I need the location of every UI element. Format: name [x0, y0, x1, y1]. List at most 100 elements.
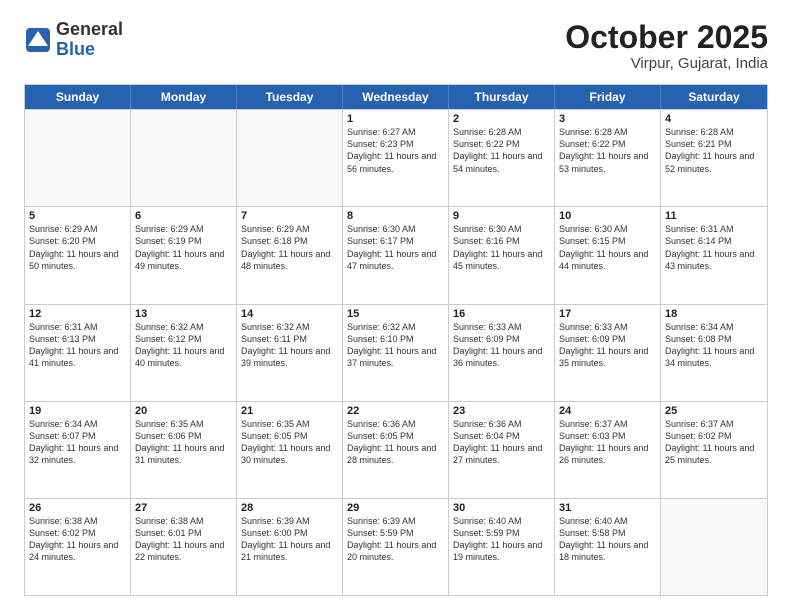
page-header: General Blue October 2025 Virpur, Gujara… — [24, 20, 768, 72]
day-number: 23 — [453, 405, 550, 417]
day-cell-4: 4Sunrise: 6:28 AMSunset: 6:21 PMDaylight… — [661, 110, 767, 206]
empty-cell — [25, 110, 131, 206]
day-number: 22 — [347, 405, 444, 417]
day-cell-3: 3Sunrise: 6:28 AMSunset: 6:22 PMDaylight… — [555, 110, 661, 206]
day-cell-9: 9Sunrise: 6:30 AMSunset: 6:16 PMDaylight… — [449, 207, 555, 303]
day-info: Sunrise: 6:31 AMSunset: 6:13 PMDaylight:… — [29, 321, 126, 370]
day-info: Sunrise: 6:29 AMSunset: 6:19 PMDaylight:… — [135, 223, 232, 272]
day-info: Sunrise: 6:33 AMSunset: 6:09 PMDaylight:… — [559, 321, 656, 370]
day-cell-27: 27Sunrise: 6:38 AMSunset: 6:01 PMDayligh… — [131, 499, 237, 595]
day-info: Sunrise: 6:27 AMSunset: 6:23 PMDaylight:… — [347, 126, 444, 175]
day-info: Sunrise: 6:28 AMSunset: 6:21 PMDaylight:… — [665, 126, 763, 175]
day-info: Sunrise: 6:34 AMSunset: 6:08 PMDaylight:… — [665, 321, 763, 370]
day-cell-5: 5Sunrise: 6:29 AMSunset: 6:20 PMDaylight… — [25, 207, 131, 303]
day-cell-31: 31Sunrise: 6:40 AMSunset: 5:58 PMDayligh… — [555, 499, 661, 595]
header-day-wednesday: Wednesday — [343, 85, 449, 109]
day-number: 1 — [347, 113, 444, 125]
day-info: Sunrise: 6:38 AMSunset: 6:02 PMDaylight:… — [29, 515, 126, 564]
day-number: 10 — [559, 210, 656, 222]
day-cell-21: 21Sunrise: 6:35 AMSunset: 6:05 PMDayligh… — [237, 402, 343, 498]
day-cell-1: 1Sunrise: 6:27 AMSunset: 6:23 PMDaylight… — [343, 110, 449, 206]
day-info: Sunrise: 6:40 AMSunset: 5:58 PMDaylight:… — [559, 515, 656, 564]
day-number: 5 — [29, 210, 126, 222]
logo-general: General — [56, 20, 123, 40]
day-cell-10: 10Sunrise: 6:30 AMSunset: 6:15 PMDayligh… — [555, 207, 661, 303]
empty-cell — [661, 499, 767, 595]
location: Virpur, Gujarat, India — [565, 55, 768, 72]
day-info: Sunrise: 6:30 AMSunset: 6:15 PMDaylight:… — [559, 223, 656, 272]
calendar-row-2: 12Sunrise: 6:31 AMSunset: 6:13 PMDayligh… — [25, 304, 767, 401]
day-info: Sunrise: 6:36 AMSunset: 6:04 PMDaylight:… — [453, 418, 550, 467]
day-info: Sunrise: 6:36 AMSunset: 6:05 PMDaylight:… — [347, 418, 444, 467]
day-cell-26: 26Sunrise: 6:38 AMSunset: 6:02 PMDayligh… — [25, 499, 131, 595]
day-info: Sunrise: 6:40 AMSunset: 5:59 PMDaylight:… — [453, 515, 550, 564]
day-info: Sunrise: 6:39 AMSunset: 5:59 PMDaylight:… — [347, 515, 444, 564]
calendar-row-3: 19Sunrise: 6:34 AMSunset: 6:07 PMDayligh… — [25, 401, 767, 498]
day-cell-14: 14Sunrise: 6:32 AMSunset: 6:11 PMDayligh… — [237, 305, 343, 401]
day-info: Sunrise: 6:28 AMSunset: 6:22 PMDaylight:… — [559, 126, 656, 175]
day-number: 14 — [241, 308, 338, 320]
header-day-monday: Monday — [131, 85, 237, 109]
day-number: 29 — [347, 502, 444, 514]
day-info: Sunrise: 6:33 AMSunset: 6:09 PMDaylight:… — [453, 321, 550, 370]
day-cell-17: 17Sunrise: 6:33 AMSunset: 6:09 PMDayligh… — [555, 305, 661, 401]
day-number: 30 — [453, 502, 550, 514]
day-number: 21 — [241, 405, 338, 417]
day-number: 17 — [559, 308, 656, 320]
day-cell-20: 20Sunrise: 6:35 AMSunset: 6:06 PMDayligh… — [131, 402, 237, 498]
day-cell-6: 6Sunrise: 6:29 AMSunset: 6:19 PMDaylight… — [131, 207, 237, 303]
day-number: 28 — [241, 502, 338, 514]
day-cell-30: 30Sunrise: 6:40 AMSunset: 5:59 PMDayligh… — [449, 499, 555, 595]
day-cell-22: 22Sunrise: 6:36 AMSunset: 6:05 PMDayligh… — [343, 402, 449, 498]
month-year: October 2025 — [565, 20, 768, 55]
title-block: October 2025 Virpur, Gujarat, India — [565, 20, 768, 72]
logo-icon — [24, 26, 52, 54]
day-number: 24 — [559, 405, 656, 417]
day-cell-23: 23Sunrise: 6:36 AMSunset: 6:04 PMDayligh… — [449, 402, 555, 498]
day-number: 20 — [135, 405, 232, 417]
day-info: Sunrise: 6:30 AMSunset: 6:16 PMDaylight:… — [453, 223, 550, 272]
logo-blue: Blue — [56, 40, 123, 60]
day-number: 18 — [665, 308, 763, 320]
calendar-row-0: 1Sunrise: 6:27 AMSunset: 6:23 PMDaylight… — [25, 109, 767, 206]
day-cell-18: 18Sunrise: 6:34 AMSunset: 6:08 PMDayligh… — [661, 305, 767, 401]
day-info: Sunrise: 6:39 AMSunset: 6:00 PMDaylight:… — [241, 515, 338, 564]
day-cell-24: 24Sunrise: 6:37 AMSunset: 6:03 PMDayligh… — [555, 402, 661, 498]
day-number: 16 — [453, 308, 550, 320]
day-number: 31 — [559, 502, 656, 514]
day-info: Sunrise: 6:29 AMSunset: 6:18 PMDaylight:… — [241, 223, 338, 272]
day-cell-29: 29Sunrise: 6:39 AMSunset: 5:59 PMDayligh… — [343, 499, 449, 595]
day-info: Sunrise: 6:35 AMSunset: 6:06 PMDaylight:… — [135, 418, 232, 467]
header-day-sunday: Sunday — [25, 85, 131, 109]
calendar-row-4: 26Sunrise: 6:38 AMSunset: 6:02 PMDayligh… — [25, 498, 767, 595]
header-day-thursday: Thursday — [449, 85, 555, 109]
day-number: 8 — [347, 210, 444, 222]
day-number: 11 — [665, 210, 763, 222]
day-cell-25: 25Sunrise: 6:37 AMSunset: 6:02 PMDayligh… — [661, 402, 767, 498]
day-cell-16: 16Sunrise: 6:33 AMSunset: 6:09 PMDayligh… — [449, 305, 555, 401]
day-cell-7: 7Sunrise: 6:29 AMSunset: 6:18 PMDaylight… — [237, 207, 343, 303]
day-number: 7 — [241, 210, 338, 222]
day-cell-19: 19Sunrise: 6:34 AMSunset: 6:07 PMDayligh… — [25, 402, 131, 498]
day-info: Sunrise: 6:31 AMSunset: 6:14 PMDaylight:… — [665, 223, 763, 272]
day-number: 6 — [135, 210, 232, 222]
calendar: SundayMondayTuesdayWednesdayThursdayFrid… — [24, 84, 768, 596]
day-number: 25 — [665, 405, 763, 417]
day-number: 3 — [559, 113, 656, 125]
day-info: Sunrise: 6:37 AMSunset: 6:03 PMDaylight:… — [559, 418, 656, 467]
day-number: 27 — [135, 502, 232, 514]
calendar-row-1: 5Sunrise: 6:29 AMSunset: 6:20 PMDaylight… — [25, 206, 767, 303]
day-info: Sunrise: 6:32 AMSunset: 6:10 PMDaylight:… — [347, 321, 444, 370]
day-cell-15: 15Sunrise: 6:32 AMSunset: 6:10 PMDayligh… — [343, 305, 449, 401]
day-cell-28: 28Sunrise: 6:39 AMSunset: 6:00 PMDayligh… — [237, 499, 343, 595]
day-info: Sunrise: 6:37 AMSunset: 6:02 PMDaylight:… — [665, 418, 763, 467]
calendar-header: SundayMondayTuesdayWednesdayThursdayFrid… — [25, 85, 767, 109]
day-number: 26 — [29, 502, 126, 514]
day-cell-8: 8Sunrise: 6:30 AMSunset: 6:17 PMDaylight… — [343, 207, 449, 303]
day-number: 4 — [665, 113, 763, 125]
day-cell-12: 12Sunrise: 6:31 AMSunset: 6:13 PMDayligh… — [25, 305, 131, 401]
day-cell-11: 11Sunrise: 6:31 AMSunset: 6:14 PMDayligh… — [661, 207, 767, 303]
day-number: 13 — [135, 308, 232, 320]
day-number: 15 — [347, 308, 444, 320]
day-info: Sunrise: 6:38 AMSunset: 6:01 PMDaylight:… — [135, 515, 232, 564]
